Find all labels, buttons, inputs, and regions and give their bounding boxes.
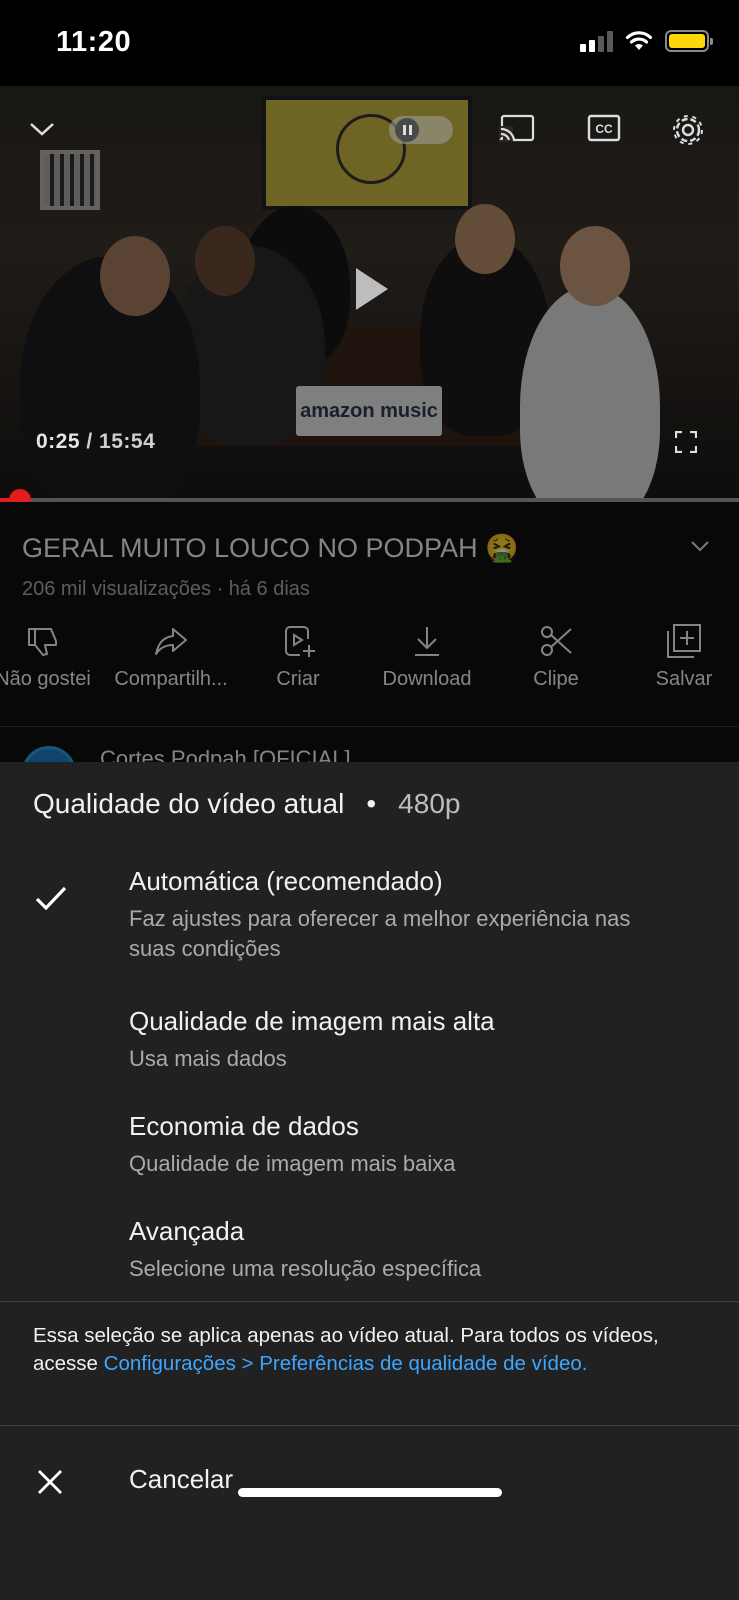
fullscreen-button[interactable] xyxy=(674,430,698,454)
sheet-title: Qualidade do vídeo atual xyxy=(33,788,345,819)
clip-button[interactable]: Clipe xyxy=(491,614,621,691)
cancel-button[interactable]: Cancelar xyxy=(129,1464,233,1495)
action-bar: Não gostei Compartilh... Criar Download … xyxy=(0,614,739,710)
svg-text:CC: CC xyxy=(595,122,613,136)
quality-option-data-saver[interactable]: Economia de dados Qualidade de imagem ma… xyxy=(0,1111,739,1191)
expand-description-icon[interactable] xyxy=(690,538,710,554)
duration: 15:54 xyxy=(99,430,156,453)
divider xyxy=(0,1301,739,1302)
status-icons xyxy=(580,30,713,52)
option-title: Automática (recomendado) xyxy=(129,866,443,896)
quality-bottom-sheet: Qualidade do vídeo atual • 480p Automática… xyxy=(0,762,739,1600)
cast-button[interactable] xyxy=(498,112,536,144)
quality-option-advanced[interactable]: Avançada Selecione uma resolução específ… xyxy=(0,1216,739,1296)
cellular-signal-icon xyxy=(580,30,613,52)
quality-preferences-link[interactable]: Configurações > Preferências de qualidad… xyxy=(104,1352,588,1375)
quality-note: Essa seleção se aplica apenas ao vídeo a… xyxy=(33,1322,713,1378)
sheet-header: Qualidade do vídeo atual • 480p xyxy=(33,788,460,820)
divider xyxy=(0,1425,739,1426)
chevron-down-icon xyxy=(30,123,54,136)
option-description: Selecione uma resolução específica xyxy=(129,1256,482,1281)
divider xyxy=(0,726,739,727)
status-bar: 11:20 xyxy=(0,0,739,86)
header-separator: • xyxy=(366,788,377,819)
close-icon[interactable] xyxy=(36,1468,64,1496)
status-time: 11:20 xyxy=(56,26,132,58)
create-button[interactable]: Criar xyxy=(233,614,363,691)
save-button[interactable]: Salvar xyxy=(619,614,739,691)
share-icon xyxy=(155,628,187,655)
gear-icon xyxy=(673,115,703,145)
share-button[interactable]: Compartilh... xyxy=(106,614,236,691)
option-title: Avançada xyxy=(129,1216,245,1246)
option-description: Qualidade de imagem mais baixa xyxy=(129,1151,456,1176)
download-icon xyxy=(415,627,439,656)
video-meta: 206 mil visualizações · há 6 dias xyxy=(22,578,310,600)
checkmark-icon xyxy=(35,886,67,911)
download-button[interactable]: Download xyxy=(362,614,492,691)
video-player[interactable]: amazon music CC 0:25 / 15:54 xyxy=(0,86,739,500)
settings-button[interactable] xyxy=(668,110,708,150)
option-description: Usa mais dados xyxy=(129,1046,287,1071)
save-playlist-icon xyxy=(667,624,701,658)
play-icon xyxy=(356,268,388,310)
quality-option-higher[interactable]: Qualidade de imagem mais alta Usa mais d… xyxy=(0,1006,739,1086)
option-title: Economia de dados xyxy=(129,1111,359,1141)
minimize-player-button[interactable] xyxy=(24,114,60,144)
create-icon xyxy=(285,626,315,657)
home-indicator[interactable] xyxy=(238,1488,502,1497)
autoplay-toggle[interactable] xyxy=(389,116,453,144)
time-separator: / xyxy=(80,430,100,453)
current-quality: 480p xyxy=(398,788,461,819)
quality-option-auto[interactable]: Automática (recomendado) Faz ajustes par… xyxy=(0,866,739,976)
captions-button[interactable]: CC xyxy=(585,112,623,144)
option-title: Qualidade de imagem mais alta xyxy=(129,1006,495,1036)
video-info: GERAL MUITO LOUCO NO PODPAH 🤮 206 mil vi… xyxy=(0,502,739,800)
playback-time: 0:25 / 15:54 xyxy=(36,430,155,454)
wifi-icon xyxy=(625,31,653,50)
cast-icon xyxy=(499,114,535,142)
dislike-button[interactable]: Não gostei xyxy=(0,614,108,691)
closed-captions-icon: CC xyxy=(587,114,621,142)
video-title[interactable]: GERAL MUITO LOUCO NO PODPAH 🤮 xyxy=(22,532,519,564)
pause-icon xyxy=(395,118,419,142)
current-time: 0:25 xyxy=(36,430,81,453)
thumbs-down-icon xyxy=(28,628,57,656)
scissors-icon xyxy=(541,626,572,656)
fullscreen-icon xyxy=(675,431,697,453)
battery-icon xyxy=(665,30,713,52)
play-button[interactable] xyxy=(350,264,394,314)
option-description: Faz ajustes para oferecer a melhor exper… xyxy=(129,906,631,961)
